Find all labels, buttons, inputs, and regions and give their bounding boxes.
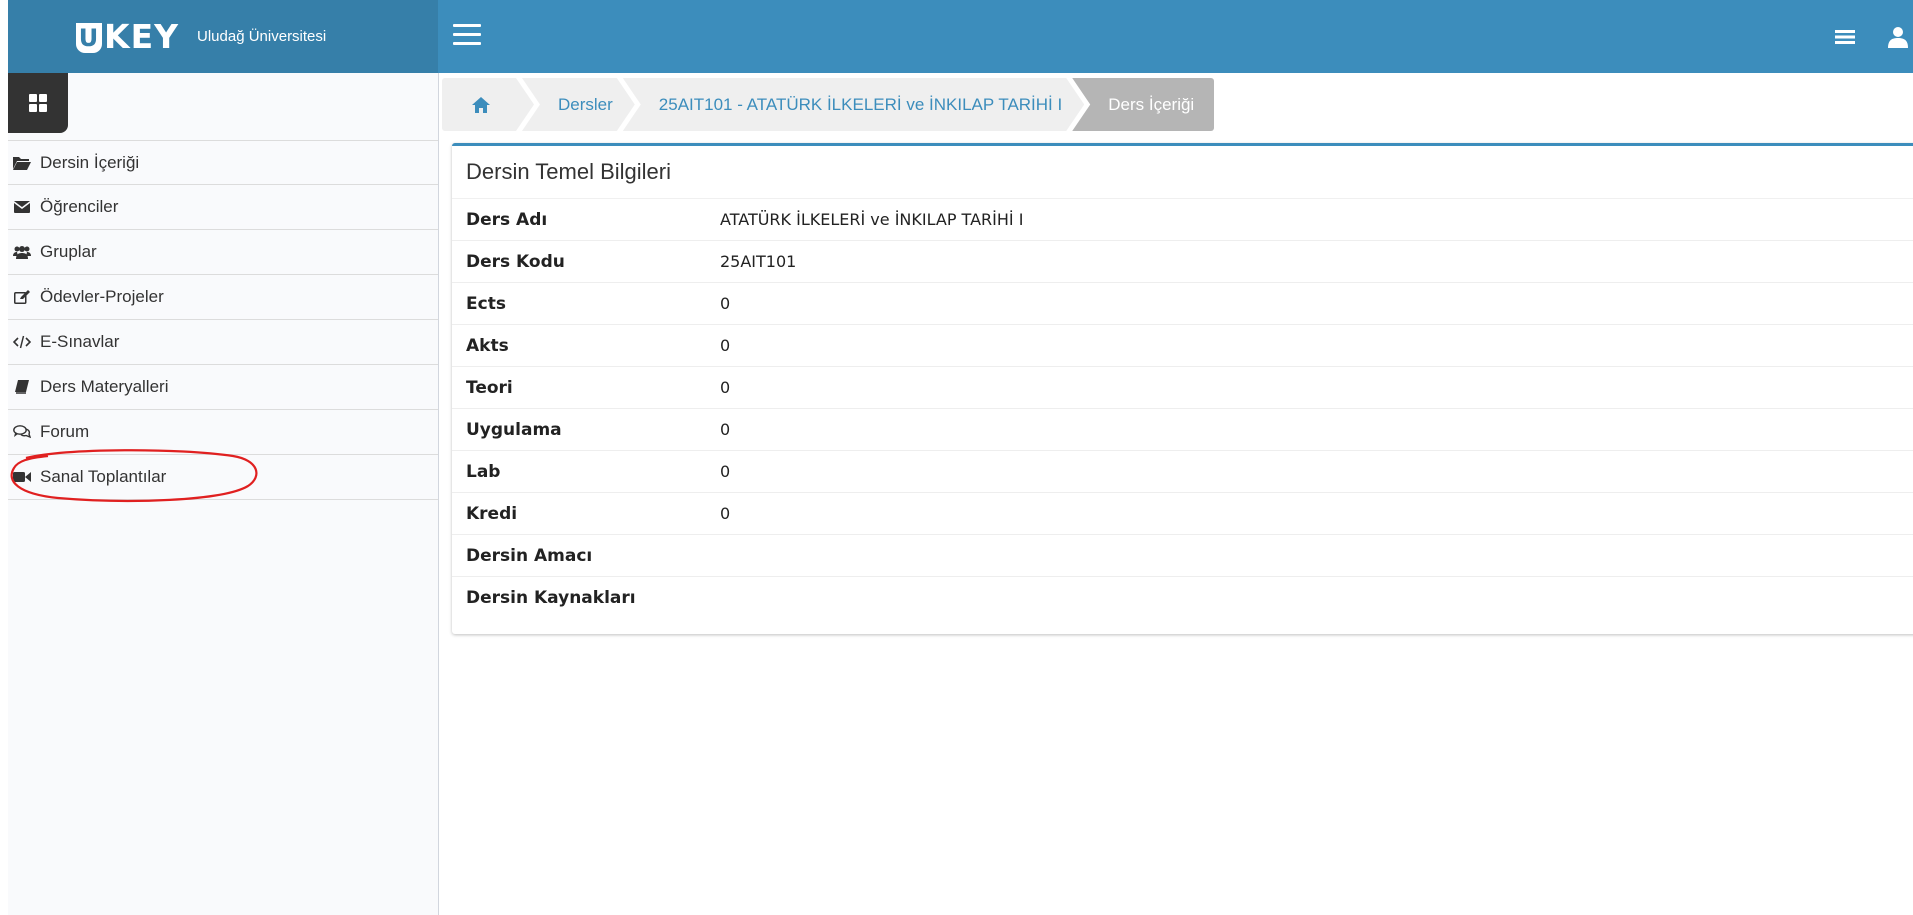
sidebar-item-ogrenciler[interactable]: Öğrenciler [8,185,438,230]
table-row: Ders Adı ATATÜRK İLKELERİ ve İNKILAP TARİ… [452,199,1913,241]
row-value [720,577,1913,619]
row-value: 0 [720,366,1913,409]
table-row: Teori 0 [452,366,1913,409]
code-icon [12,334,32,350]
university-name: Uludağ Üniversitesi [197,28,327,45]
breadcrumb-course[interactable]: 25AIT101 - ATATÜRK İLKELERİ ve İNKILAP T… [623,78,1084,131]
sidebar-item-odevler-projeler[interactable]: Ödevler-Projeler [8,275,438,320]
hamburger-menu-icon[interactable] [453,24,481,48]
table-row: Ders Kodu 25AIT101 [452,240,1913,283]
table-row: Dersin Amacı [452,534,1913,577]
row-key: Ders Kodu [452,240,720,283]
row-value [720,534,1913,577]
table-row: Lab 0 [452,450,1913,493]
row-value: 0 [720,450,1913,493]
sidebar-item-dersin-icerigi[interactable]: Dersin İçeriği [8,140,438,185]
video-camera-icon [12,469,32,485]
row-key: Dersin Amacı [452,534,720,577]
sidebar-grid-toggle[interactable] [8,73,68,133]
row-key: Akts [452,324,720,367]
breadcrumb: Dersler 25AIT101 - ATATÜRK İLKELERİ ve İ… [442,78,1215,131]
row-value: 0 [720,492,1913,535]
grid-icon [29,94,47,112]
edit-icon [12,289,32,305]
row-key: Dersin Kaynakları [466,587,636,608]
sidebar-item-forum[interactable]: Forum [8,410,438,455]
sidebar-item-gruplar[interactable]: Gruplar [8,230,438,275]
brand-area[interactable]: U KEY Uludağ Üniversitesi [8,0,438,73]
comments-icon [12,424,32,440]
breadcrumb-dersler[interactable]: Dersler [522,78,635,131]
row-value: ATATÜRK İLKELERİ ve İNKILAP TARİHİ I [720,199,1913,241]
breadcrumb-home[interactable] [442,78,534,131]
row-value: 0 [720,282,1913,325]
book-icon [12,379,32,395]
course-info-table: Ders Adı ATATÜRK İLKELERİ ve İNKILAP TARİ… [452,199,1913,618]
envelope-icon [12,199,32,215]
row-value: 0 [720,324,1913,367]
table-row: Kredi 0 [452,492,1913,535]
row-key: Uygulama [452,408,720,451]
sidebar: Dersin İçeriği Öğrenciler Gruplar Ödevle… [8,73,439,915]
user-icon[interactable] [1887,26,1909,48]
course-info-panel: Dersin Temel Bilgileri Ders Adı ATATÜRK İ… [452,143,1913,634]
ukey-logo: U KEY [76,17,179,56]
users-icon [12,244,32,260]
sidebar-item-ders-materyalleri[interactable]: Ders Materyalleri [8,365,438,410]
table-row: Akts 0 [452,324,1913,367]
row-key: Ders Adı [452,199,720,241]
sidebar-item-sanal-toplantilar[interactable]: Sanal Toplantılar [8,455,438,500]
table-row: Uygulama 0 [452,408,1913,451]
row-key: Ects [452,282,720,325]
table-row: Dersin Kaynakları [452,577,1913,619]
sidebar-menu: Dersin İçeriği Öğrenciler Gruplar Ödevle… [8,140,438,500]
row-value: 25AIT101 [720,240,1913,283]
breadcrumb-active-ders-icerigi: Ders İçeriği [1072,78,1215,131]
row-value: 0 [720,408,1913,451]
home-icon [472,97,490,113]
row-key: Teori [452,366,720,409]
sidebar-item-e-sinavlar[interactable]: E-Sınavlar [8,320,438,365]
folder-open-icon [12,155,32,171]
top-navbar: U KEY Uludağ Üniversitesi [8,0,1913,73]
table-row: Ects 0 [452,282,1913,325]
row-key: Lab [452,450,720,493]
row-key: Kredi [452,492,720,535]
panel-title: Dersin Temel Bilgileri [452,146,1913,199]
list-menu-icon[interactable] [1835,29,1855,45]
